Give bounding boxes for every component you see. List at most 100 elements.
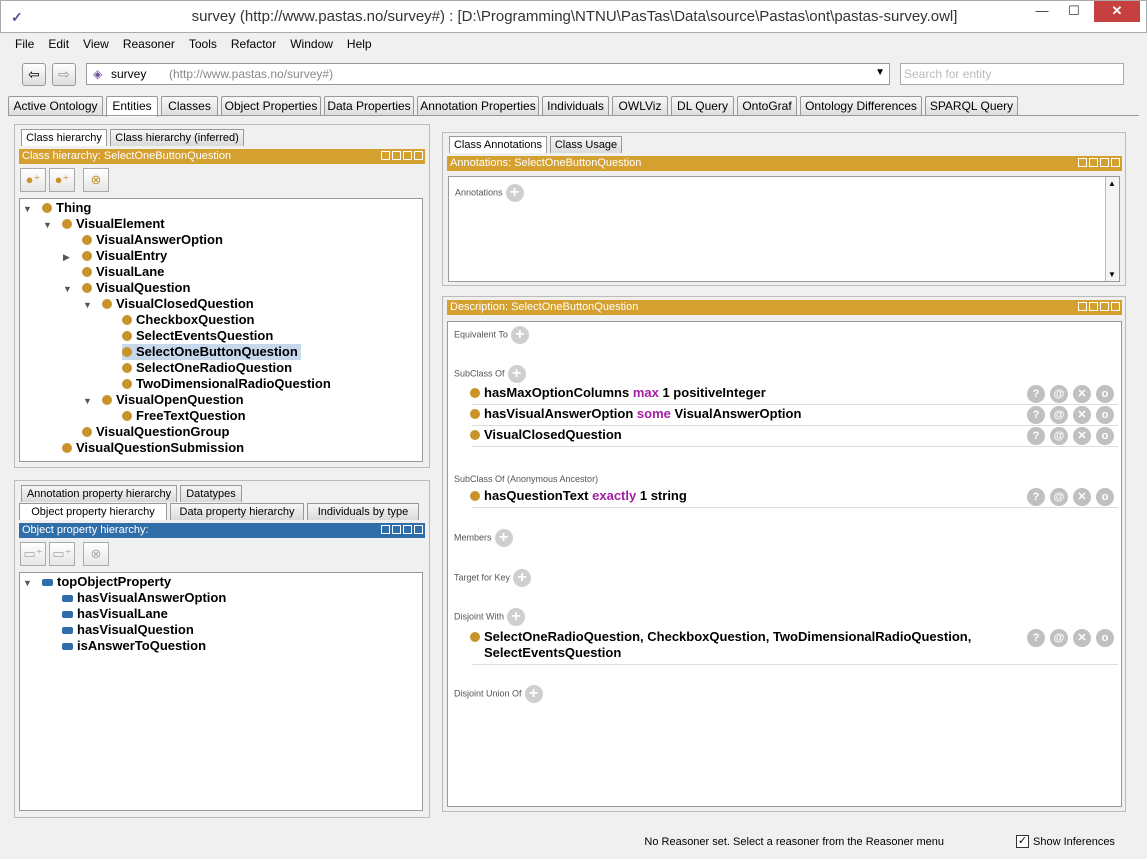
tab-datatypes[interactable]: Datatypes (180, 485, 242, 502)
class-node[interactable]: VisualOpenQuestion (102, 392, 244, 408)
explain-button[interactable]: ? (1027, 488, 1045, 506)
minimize-view-icon[interactable] (1089, 158, 1098, 167)
class-node[interactable]: SelectEventsQuestion (122, 328, 273, 344)
expand-toggle-icon[interactable]: ▼ (23, 204, 32, 214)
show-inferences-checkbox[interactable]: ✓ (1016, 835, 1029, 848)
annotate-button[interactable]: @ (1050, 488, 1068, 506)
expand-toggle-icon[interactable]: ▼ (43, 220, 52, 230)
pin-icon[interactable] (1078, 158, 1087, 167)
close-view-icon[interactable] (1111, 158, 1120, 167)
tab-class-annotations[interactable]: Class Annotations (449, 136, 547, 153)
tab-object-property-hierarchy[interactable]: Object property hierarchy (19, 503, 167, 520)
subclass-axiom[interactable]: hasVisualAnswerOption some VisualAnswerO… (470, 406, 1118, 426)
class-node[interactable]: VisualQuestionSubmission (62, 440, 244, 456)
menu-reasoner[interactable]: Reasoner (116, 35, 182, 53)
delete-button[interactable]: ✕ (1073, 629, 1091, 647)
tab-classes[interactable]: Classes (161, 96, 218, 116)
entity-search-input[interactable] (900, 63, 1124, 85)
explain-button[interactable]: ? (1027, 385, 1045, 403)
edit-button[interactable]: o (1096, 427, 1114, 445)
menu-refactor[interactable]: Refactor (224, 35, 283, 53)
scroll-up-icon[interactable]: ▲ (1108, 179, 1116, 188)
maximize-view-icon[interactable] (1100, 158, 1109, 167)
class-node[interactable]: VisualQuestion (82, 280, 190, 296)
delete-button[interactable]: ✕ (1073, 488, 1091, 506)
minimize-view-icon[interactable] (1089, 302, 1098, 311)
active-ontology-selector[interactable]: ◈ survey (http://www.pastas.no/survey#) … (86, 63, 890, 85)
add-member-button[interactable]: + (494, 529, 513, 547)
close-view-icon[interactable] (414, 151, 423, 160)
tab-individuals-by-type[interactable]: Individuals by type (307, 503, 419, 520)
class-node[interactable]: VisualQuestionGroup (82, 424, 229, 440)
property-node[interactable]: isAnswerToQuestion (62, 638, 206, 654)
add-disjoint-button[interactable]: + (507, 608, 526, 626)
tab-annotation-properties[interactable]: Annotation Properties (417, 96, 539, 116)
class-node[interactable]: Thing (42, 200, 91, 216)
tab-entities[interactable]: Entities (106, 96, 158, 117)
menu-view[interactable]: View (76, 35, 116, 53)
subclass-axiom[interactable]: VisualClosedQuestion ? @ ✕ o (470, 427, 1118, 447)
menu-tools[interactable]: Tools (182, 35, 224, 53)
tab-ontology-differences[interactable]: Ontology Differences (800, 96, 922, 116)
annotate-button[interactable]: @ (1050, 385, 1068, 403)
close-view-icon[interactable] (1111, 302, 1120, 311)
class-node[interactable]: SelectOneRadioQuestion (122, 360, 292, 376)
menu-help[interactable]: Help (340, 35, 379, 53)
tab-object-properties[interactable]: Object Properties (221, 96, 321, 116)
tab-owlviz[interactable]: OWLViz (612, 96, 668, 116)
add-sibling-property-button[interactable]: ▭⁺ (49, 542, 75, 566)
class-node-selected[interactable]: SelectOneButtonQuestion (122, 344, 301, 360)
tab-class-usage[interactable]: Class Usage (550, 136, 622, 153)
delete-button[interactable]: ✕ (1073, 385, 1091, 403)
menu-edit[interactable]: Edit (41, 35, 76, 53)
tab-data-properties[interactable]: Data Properties (324, 96, 414, 116)
edit-button[interactable]: o (1096, 488, 1114, 506)
tab-annotation-property-hierarchy[interactable]: Annotation property hierarchy (21, 485, 177, 502)
collapse-toggle-icon[interactable]: ▶ (63, 252, 70, 263)
close-view-icon[interactable] (414, 525, 423, 534)
tab-individuals[interactable]: Individuals (542, 96, 609, 116)
delete-class-button[interactable]: ⊗ (83, 168, 109, 192)
minimize-button[interactable]: — (1028, 1, 1056, 22)
tab-active-ontology[interactable]: Active Ontology (8, 96, 103, 116)
add-equivalent-button[interactable]: + (510, 326, 529, 344)
class-node[interactable]: FreeTextQuestion (122, 408, 246, 424)
class-node[interactable]: VisualEntry (82, 248, 167, 264)
annotate-button[interactable]: @ (1050, 406, 1068, 424)
tab-data-property-hierarchy[interactable]: Data property hierarchy (170, 503, 304, 520)
delete-button[interactable]: ✕ (1073, 427, 1091, 445)
disjoint-axiom[interactable]: SelectOneRadioQuestion, CheckboxQuestion… (470, 629, 1118, 665)
maximize-view-icon[interactable] (403, 151, 412, 160)
minimize-view-icon[interactable] (392, 151, 401, 160)
class-node[interactable]: VisualAnswerOption (82, 232, 223, 248)
add-annotation-button[interactable]: + (505, 184, 524, 202)
class-node[interactable]: VisualClosedQuestion (102, 296, 254, 312)
annotate-button[interactable]: @ (1050, 629, 1068, 647)
menu-file[interactable]: File (8, 35, 41, 53)
chevron-down-icon[interactable]: ▼ (875, 67, 885, 78)
edit-button[interactable]: o (1096, 385, 1114, 403)
edit-button[interactable]: o (1096, 629, 1114, 647)
add-disjoint-union-button[interactable]: + (524, 685, 543, 703)
explain-button[interactable]: ? (1027, 406, 1045, 424)
pin-icon[interactable] (381, 525, 390, 534)
expand-toggle-icon[interactable]: ▼ (23, 578, 32, 588)
forward-button[interactable]: ⇨ (52, 63, 76, 86)
delete-button[interactable]: ✕ (1073, 406, 1091, 424)
delete-property-button[interactable]: ⊗ (83, 542, 109, 566)
expand-toggle-icon[interactable]: ▼ (83, 396, 92, 406)
edit-button[interactable]: o (1096, 406, 1114, 424)
class-node[interactable]: CheckboxQuestion (122, 312, 254, 328)
property-node[interactable]: hasVisualAnswerOption (62, 590, 226, 606)
pin-icon[interactable] (1078, 302, 1087, 311)
maximize-view-icon[interactable] (1100, 302, 1109, 311)
tab-dl-query[interactable]: DL Query (671, 96, 734, 116)
add-sibling-class-button[interactable]: ●⁺ (49, 168, 75, 192)
add-sub-property-button[interactable]: ▭⁺ (20, 542, 46, 566)
close-window-button[interactable]: ✕ (1094, 1, 1140, 22)
maximize-button[interactable]: ☐ (1060, 1, 1088, 22)
class-node[interactable]: TwoDimensionalRadioQuestion (122, 376, 331, 392)
menu-window[interactable]: Window (283, 35, 340, 53)
tab-class-hierarchy[interactable]: Class hierarchy (21, 129, 107, 146)
tab-class-hierarchy-inferred[interactable]: Class hierarchy (inferred) (110, 129, 244, 146)
